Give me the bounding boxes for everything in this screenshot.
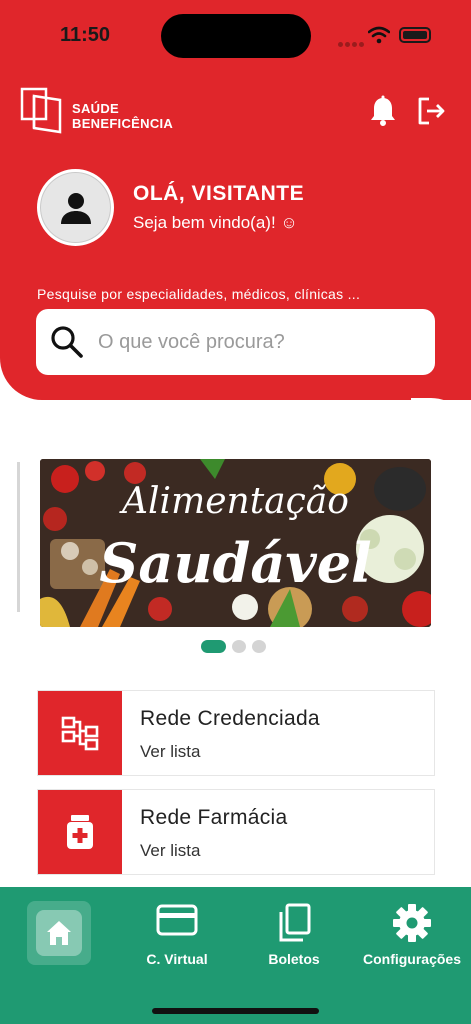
banner-title-line-1: Alimentação: [122, 481, 349, 522]
pager-dot[interactable]: [232, 640, 246, 653]
pharmacy-icon: [67, 815, 93, 849]
search-input[interactable]: [98, 330, 398, 354]
search-hint: Pesquise por especialidades, médicos, cl…: [37, 286, 361, 302]
welcome-text: Seja bem vindo(a)! ☺: [133, 213, 298, 232]
search-box[interactable]: [36, 309, 435, 375]
home-icon: [47, 921, 71, 945]
search-icon: [51, 326, 83, 358]
status-time: 11:50: [60, 24, 111, 46]
card-icon-box: [38, 691, 122, 775]
home-indicator: [152, 1008, 319, 1014]
battery-icon: [399, 27, 431, 43]
signal-dots-icon: [338, 34, 366, 52]
promo-banner[interactable]: Alimentação Saudável: [40, 459, 431, 627]
bell-icon[interactable]: [369, 95, 397, 127]
banner-title-line-2: Saudável: [99, 531, 372, 595]
gear-icon: [393, 904, 431, 942]
status-bar: 11:50: [0, 0, 471, 70]
banner-prev-peek: [17, 462, 20, 612]
logo-icon: [20, 87, 62, 134]
bottom-nav: C. Virtual Boletos Configurações: [0, 887, 471, 1024]
pager-dot[interactable]: [252, 640, 266, 653]
person-icon: [60, 192, 91, 224]
brand-name: SAÚDE BENEFICÊNCIA: [72, 101, 173, 131]
greeting-title: OLÁ, VISITANTE: [133, 182, 305, 205]
nav-label: Configurações: [362, 951, 461, 967]
banner-pager[interactable]: [201, 640, 266, 653]
card-rede-farmacia[interactable]: Rede Farmácia Ver lista: [37, 789, 435, 875]
card-subtitle: Ver lista: [140, 841, 201, 860]
header-corner: [411, 398, 471, 438]
nav-home[interactable]: [27, 901, 91, 965]
card-title: Rede Farmácia: [140, 806, 288, 829]
avatar[interactable]: [37, 169, 114, 246]
card-rede-credenciada[interactable]: Rede Credenciada Ver lista: [37, 690, 435, 776]
logout-icon[interactable]: [416, 96, 446, 126]
brand-line-2: BENEFICÊNCIA: [72, 116, 174, 131]
copy-icon: [279, 903, 311, 942]
wifi-icon: [368, 26, 390, 44]
brand-line-1: SAÚDE: [72, 101, 120, 116]
card-icon: [156, 904, 198, 936]
card-title: Rede Credenciada: [140, 707, 320, 730]
card-icon-box: [38, 790, 122, 874]
network-icon: [61, 716, 99, 751]
nav-label: C. Virtual: [146, 951, 208, 967]
nav-label: Boletos: [268, 951, 320, 967]
card-subtitle: Ver lista: [140, 742, 201, 761]
dynamic-island: [161, 14, 311, 58]
pager-dot-active[interactable]: [201, 640, 226, 653]
